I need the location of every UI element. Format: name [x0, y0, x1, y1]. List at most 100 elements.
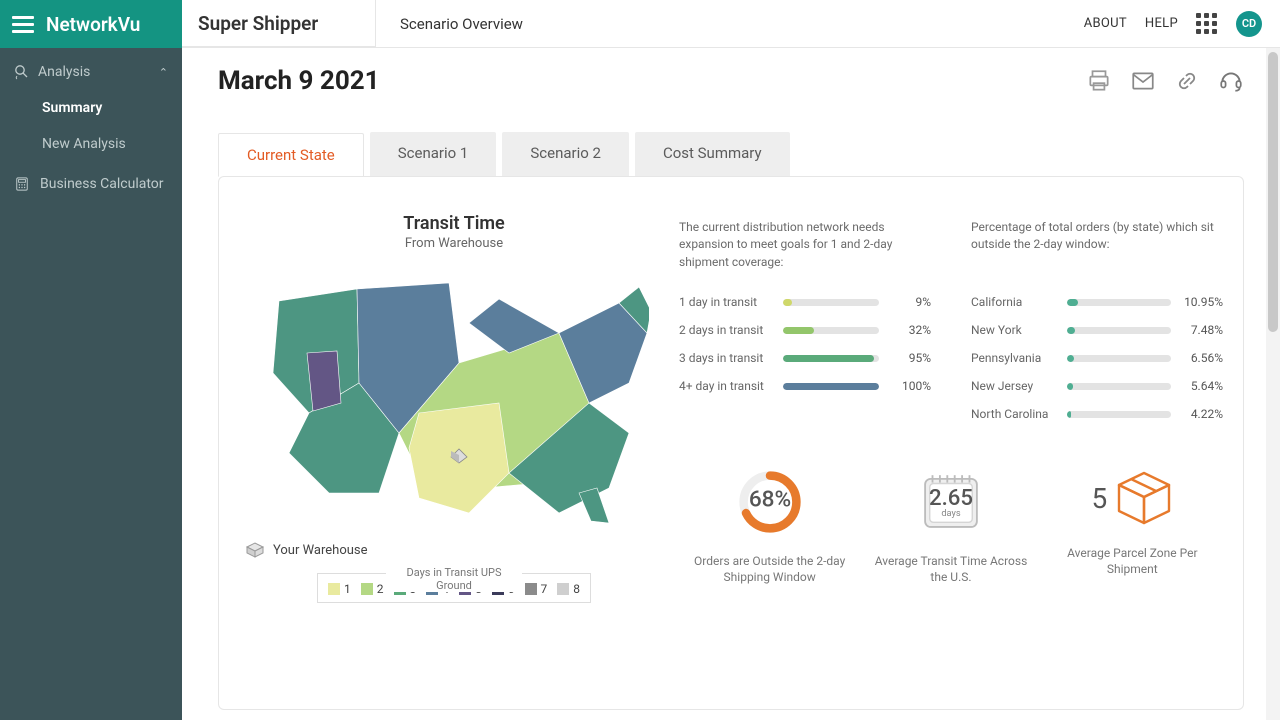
kpi-value: 5	[1091, 482, 1107, 515]
tab-current-state[interactable]: Current State	[218, 133, 364, 177]
state-bar-row: New Jersey 5.64%	[971, 379, 1223, 393]
stat-value: 7.48%	[1179, 323, 1223, 337]
transit-bar-row: 2 days in transit 32%	[679, 323, 931, 337]
stat-label: North Carolina	[971, 407, 1059, 421]
bar-track	[783, 327, 879, 334]
kpi-outside-window: 68% Orders are Outside the 2-day Shippin…	[680, 469, 860, 585]
state-description: Percentage of total orders (by state) wh…	[971, 219, 1223, 271]
stat-label: New York	[971, 323, 1059, 337]
tab-scenario-2[interactable]: Scenario 2	[502, 132, 629, 176]
us-map	[259, 263, 649, 523]
stat-label: 3 days in transit	[679, 351, 775, 365]
apps-icon[interactable]	[1196, 13, 1218, 35]
tab-cost-summary[interactable]: Cost Summary	[635, 132, 790, 176]
warehouse-legend: Your Warehouse	[245, 541, 368, 559]
transit-bar-row: 4+ day in transit 100%	[679, 379, 931, 393]
help-link[interactable]: HELP	[1145, 16, 1178, 31]
bar-track	[783, 299, 879, 306]
page-header: March 9 2021	[182, 48, 1280, 102]
transit-description: The current distribution network needs e…	[679, 219, 931, 271]
bar-track	[1067, 411, 1171, 418]
support-icon[interactable]	[1218, 68, 1244, 94]
bar-track	[1067, 355, 1171, 362]
stat-value: 32%	[887, 323, 931, 337]
stat-value: 10.95%	[1179, 295, 1223, 309]
map-legend: Days in Transit UPS Ground 12345678	[317, 573, 591, 603]
sidebar-item-new-analysis[interactable]: New Analysis	[0, 126, 182, 162]
stat-label: 4+ day in transit	[679, 379, 775, 393]
kpi-avg-transit: 2.65 days Average Transit Time Across th…	[861, 469, 1041, 585]
transit-bars: 1 day in transit 9% 2 days in transit 32% 3 …	[679, 295, 931, 421]
svg-text:days: days	[941, 508, 961, 519]
stat-label: 2 days in transit	[679, 323, 775, 337]
stat-label: California	[971, 295, 1059, 309]
legend-swatch	[328, 583, 340, 595]
main: Super Shipper Scenario Overview ABOUT HE…	[182, 0, 1280, 720]
state-bar-row: New York 7.48%	[971, 323, 1223, 337]
stat-value: 4.22%	[1179, 407, 1223, 421]
sidebar-item-business-calculator[interactable]: Business Calculator	[0, 162, 182, 206]
chevron-up-icon: ⌃	[159, 66, 168, 79]
legend-item: 7	[525, 582, 548, 596]
stat-label: 1 day in transit	[679, 295, 775, 309]
map-title: Transit Time	[403, 213, 504, 234]
svg-text:2.65: 2.65	[929, 485, 973, 511]
sidebar-item-label: Business Calculator	[40, 176, 164, 192]
stat-value: 6.56%	[1179, 351, 1223, 365]
state-bars: California 10.95% New York 7.48% Pennsylvani…	[971, 295, 1223, 421]
avatar[interactable]: CD	[1236, 11, 1262, 37]
link-icon[interactable]	[1174, 68, 1200, 94]
legend-label: 7	[541, 582, 548, 596]
scrollbar[interactable]	[1266, 48, 1280, 720]
kpi-label: Average Transit Time Across the U.S.	[871, 553, 1031, 585]
legend-item: 8	[557, 582, 580, 596]
kpi-label: Average Parcel Zone Per Shipment	[1052, 545, 1212, 577]
sidebar-item-summary[interactable]: Summary	[0, 90, 182, 126]
bar-track	[1067, 383, 1171, 390]
content-card: Transit Time From Warehouse	[218, 176, 1244, 710]
warehouse-label: Your Warehouse	[273, 543, 368, 558]
bar-track	[1067, 299, 1171, 306]
stat-value: 95%	[887, 351, 931, 365]
calculator-icon	[14, 176, 30, 192]
stat-value: 9%	[887, 295, 931, 309]
tabs: Current State Scenario 1 Scenario 2 Cost…	[182, 102, 1280, 176]
bar-track	[1067, 327, 1171, 334]
email-icon[interactable]	[1130, 68, 1156, 94]
legend-item: 1	[328, 582, 351, 596]
tab-scenario-1[interactable]: Scenario 1	[370, 132, 497, 176]
sidebar: NetworkVu Analysis ⌃ Summary New Analysi…	[0, 0, 182, 720]
transit-bar-row: 1 day in transit 9%	[679, 295, 931, 309]
menu-icon[interactable]	[12, 16, 34, 33]
kpi-label: Orders are Outside the 2-day Shipping Wi…	[690, 553, 850, 585]
about-link[interactable]: ABOUT	[1084, 16, 1127, 31]
notepad-icon: 2.65 days	[914, 469, 988, 535]
map-subtitle: From Warehouse	[405, 236, 503, 251]
analysis-icon	[14, 64, 30, 80]
sidebar-header: NetworkVu	[0, 0, 182, 48]
donut-chart-icon: 68%	[737, 469, 803, 535]
kpi-avg-zone: 5 Average Parcel Zone Per Shipment	[1042, 469, 1222, 585]
bar-track	[783, 383, 879, 390]
legend-item: 2	[361, 582, 384, 596]
legend-label: 8	[573, 582, 580, 596]
stat-label: New Jersey	[971, 379, 1059, 393]
stat-value: 5.64%	[1179, 379, 1223, 393]
package-icon	[1115, 469, 1173, 527]
topbar: Super Shipper Scenario Overview ABOUT HE…	[182, 0, 1280, 48]
state-bar-row: North Carolina 4.22%	[971, 407, 1223, 421]
nav-group-label: Analysis	[38, 64, 90, 80]
shipper-tab[interactable]: Super Shipper	[182, 0, 376, 47]
svg-text:68%: 68%	[748, 486, 790, 513]
stat-label: Pennsylvania	[971, 351, 1059, 365]
page-title: March 9 2021	[218, 66, 380, 96]
legend-swatch	[361, 583, 373, 595]
state-bar-row: Pennsylvania 6.56%	[971, 351, 1223, 365]
stat-value: 100%	[887, 379, 931, 393]
legend-swatch	[525, 583, 537, 595]
brand-name: NetworkVu	[46, 13, 140, 36]
nav-group-analysis[interactable]: Analysis ⌃	[0, 48, 182, 90]
scrollbar-thumb[interactable]	[1268, 52, 1278, 332]
scenario-title: Scenario Overview	[376, 0, 547, 47]
print-icon[interactable]	[1086, 68, 1112, 94]
